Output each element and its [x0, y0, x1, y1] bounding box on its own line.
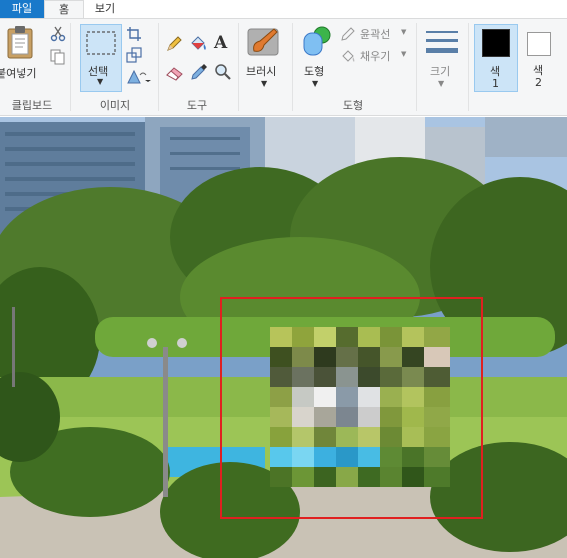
outline-label: 윤곽선 — [360, 28, 391, 41]
text-icon[interactable]: A — [214, 33, 227, 53]
brushes-label: 브러시 — [246, 65, 277, 78]
pencil-icon[interactable] — [165, 35, 183, 53]
clipboard-icon — [7, 26, 33, 59]
select-dropdown-arrow: ▼ — [97, 77, 104, 86]
shapes-button[interactable]: 도형 ▼ — [296, 23, 336, 95]
selection-rectangle[interactable] — [220, 297, 483, 519]
brush-icon — [247, 28, 279, 56]
tools-group-label: 도구 — [186, 99, 208, 112]
drawing-canvas[interactable] — [0, 117, 567, 558]
size-label: 크기 — [430, 65, 451, 78]
fill-icon — [342, 50, 355, 62]
image-group-label: 이미지 — [99, 99, 131, 112]
select-button[interactable]: 선택 ▼ — [80, 24, 122, 92]
outline-dropdown-arrow: ▼ — [401, 28, 407, 36]
color-1-button[interactable]: 색 1 — [474, 24, 518, 92]
separator — [292, 23, 293, 111]
rotate-icon[interactable] — [126, 69, 152, 85]
ribbon-tab-bar: 파일 홈 보기 — [0, 0, 567, 18]
shapes-label: 도형 — [304, 65, 325, 78]
select-rectangle-icon — [86, 31, 116, 55]
separator — [158, 23, 159, 111]
brushes-dropdown-arrow: ▼ — [261, 79, 268, 88]
size-dropdown-arrow: ▼ — [438, 79, 445, 88]
separator — [468, 23, 469, 111]
tab-file[interactable]: 파일 — [0, 0, 44, 18]
paste-button[interactable]: 붙여넣기 — [0, 23, 46, 93]
ribbon: 붙여넣기 클립보드 선택 ▼ 이미지 A 도구 브러시 ▼ 도형 ▼ 윤곽선 ▼… — [0, 18, 567, 116]
color-picker-icon[interactable] — [190, 63, 208, 81]
clipboard-group-label: 클립보드 — [11, 99, 53, 112]
tab-view[interactable]: 보기 — [86, 0, 124, 18]
shapes-icon — [303, 26, 331, 56]
color-2-button[interactable]: 색 2 — [522, 24, 562, 92]
shapes-group-label: 도형 — [342, 99, 364, 112]
eraser-icon[interactable] — [165, 65, 185, 81]
brushes-button[interactable]: 브러시 ▼ — [242, 23, 290, 95]
color-2-swatch — [527, 32, 551, 56]
color-1-label-line2: 1 — [492, 77, 499, 90]
separator — [70, 23, 71, 111]
separator — [238, 23, 239, 111]
magnifier-icon[interactable] — [214, 63, 232, 81]
tab-home[interactable]: 홈 — [44, 0, 84, 18]
fill-button[interactable]: 채우기 ▼ — [340, 47, 412, 65]
outline-button[interactable]: 윤곽선 ▼ — [340, 25, 412, 43]
fill-bucket-icon[interactable] — [188, 35, 208, 53]
scissors-icon[interactable] — [50, 26, 66, 42]
resize-icon[interactable] — [126, 47, 142, 63]
crop-icon[interactable] — [126, 26, 142, 42]
fill-dropdown-arrow: ▼ — [401, 50, 407, 58]
line-size-icon — [426, 31, 458, 53]
separator — [416, 23, 417, 111]
paste-label: 붙여넣기 — [0, 67, 37, 80]
fill-label: 채우기 — [360, 50, 391, 63]
size-button[interactable]: 크기 ▼ — [420, 23, 464, 95]
copy-icon[interactable] — [50, 49, 66, 65]
color-1-swatch — [482, 29, 510, 57]
color-2-label-line2: 2 — [535, 76, 542, 89]
outline-pen-icon — [341, 27, 355, 41]
shapes-dropdown-arrow: ▼ — [312, 79, 319, 88]
